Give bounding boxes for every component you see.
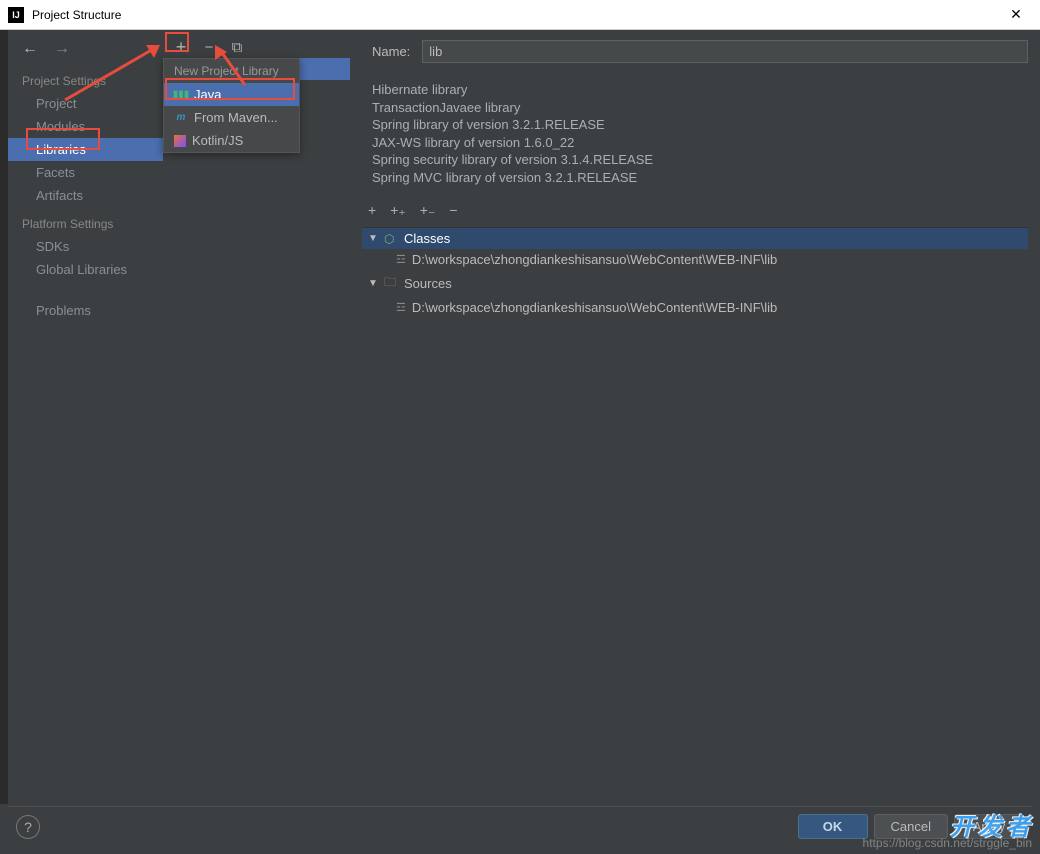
back-arrow-icon[interactable]: ← bbox=[22, 40, 38, 58]
sidebar-item-facets[interactable]: Facets bbox=[8, 161, 163, 184]
watermark-url: https://blog.csdn.net/strggle_bin bbox=[863, 836, 1032, 850]
library-entry: Hibernate library bbox=[372, 81, 1028, 99]
kotlin-icon bbox=[174, 135, 186, 147]
main-panel: Name: Hibernate library TransactionJavae… bbox=[358, 30, 1032, 804]
sidebar-item-problems[interactable]: Problems bbox=[8, 299, 163, 322]
dropdown-item-label: From Maven... bbox=[194, 110, 278, 125]
tree-classes-node[interactable]: ▼ ⬡ Classes bbox=[362, 228, 1028, 249]
content-tree: ▼ ⬡ Classes ☲ D:\workspace\zhongdiankesh… bbox=[362, 228, 1028, 318]
dropdown-item-label: Java bbox=[194, 87, 221, 102]
library-entry: Spring library of version 3.2.1.RELEASE bbox=[372, 116, 1028, 134]
java-icon: ▮▮▮ bbox=[174, 88, 188, 102]
classes-icon: ⬡ bbox=[384, 232, 398, 246]
sidebar-item-artifacts[interactable]: Artifacts bbox=[8, 184, 163, 207]
add-library-icon[interactable]: + bbox=[173, 37, 189, 58]
tree-sources-node[interactable]: ▼ 🗀 Sources bbox=[362, 270, 1028, 297]
sidebar-item-project[interactable]: Project bbox=[8, 92, 163, 115]
project-settings-header: Project Settings bbox=[8, 70, 163, 92]
name-input[interactable] bbox=[422, 40, 1028, 63]
forward-arrow-icon[interactable]: → bbox=[54, 40, 70, 58]
platform-settings-header: Platform Settings bbox=[8, 213, 163, 235]
folder-icon: 🗀 bbox=[384, 273, 398, 294]
dropdown-header: New Project Library bbox=[164, 59, 299, 83]
sidebar-item-modules[interactable]: Modules bbox=[8, 115, 163, 138]
window-title: Project Structure bbox=[32, 8, 1000, 22]
sidebar: ← → Project Settings Project Modules Lib… bbox=[8, 30, 163, 804]
library-entry: Spring MVC library of version 3.2.1.RELE… bbox=[372, 169, 1028, 187]
tree-classes-label: Classes bbox=[404, 231, 450, 246]
tree-sources-path[interactable]: ☲ D:\workspace\zhongdiankeshisansuo\WebC… bbox=[362, 297, 1028, 318]
name-label: Name: bbox=[372, 44, 410, 59]
dropdown-item-kotlinjs[interactable]: Kotlin/JS bbox=[164, 129, 299, 152]
library-list: Hibernate library TransactionJavaee libr… bbox=[372, 81, 1028, 186]
selected-library-bar bbox=[300, 58, 350, 80]
remove-library-icon[interactable]: − bbox=[201, 39, 217, 56]
left-strip bbox=[0, 30, 8, 804]
library-entry: Spring security library of version 3.1.4… bbox=[372, 151, 1028, 169]
dropdown-item-label: Kotlin/JS bbox=[192, 133, 243, 148]
library-toolbar: + − ⧉ bbox=[163, 36, 245, 58]
nav-arrows: ← → bbox=[8, 40, 163, 70]
tree-sources-path-text: D:\workspace\zhongdiankeshisansuo\WebCon… bbox=[412, 300, 777, 315]
chevron-down-icon[interactable]: ▼ bbox=[368, 233, 378, 244]
library-entry: TransactionJavaee library bbox=[372, 99, 1028, 117]
dropdown-item-maven[interactable]: m From Maven... bbox=[164, 106, 299, 129]
sidebar-item-global-libraries[interactable]: Global Libraries bbox=[8, 258, 163, 281]
tree-sources-label: Sources bbox=[404, 276, 452, 291]
titlebar: IJ Project Structure ✕ bbox=[0, 0, 1040, 30]
ok-button[interactable]: OK bbox=[798, 814, 868, 839]
chevron-down-icon[interactable]: ▼ bbox=[368, 278, 378, 289]
sidebar-item-libraries[interactable]: Libraries bbox=[8, 138, 163, 161]
copy-library-icon[interactable]: ⧉ bbox=[229, 39, 245, 56]
tree-add-special-icon[interactable]: +₊ bbox=[390, 202, 406, 219]
app-icon: IJ bbox=[8, 7, 24, 23]
library-folder-icon: ☲ bbox=[396, 301, 406, 314]
tree-add-icon[interactable]: + bbox=[368, 202, 376, 219]
library-entry: JAX-WS library of version 1.6.0_22 bbox=[372, 134, 1028, 152]
tree-toolbar: + +₊ +₋ − bbox=[362, 198, 1028, 228]
dropdown-item-java[interactable]: ▮▮▮ Java bbox=[164, 83, 299, 106]
tree-classes-path[interactable]: ☲ D:\workspace\zhongdiankeshisansuo\WebC… bbox=[362, 249, 1028, 270]
tree-add-special2-icon[interactable]: +₋ bbox=[420, 202, 436, 219]
library-folder-icon: ☲ bbox=[396, 253, 406, 266]
maven-icon: m bbox=[174, 111, 188, 125]
sidebar-item-sdks[interactable]: SDKs bbox=[8, 235, 163, 258]
close-button[interactable]: ✕ bbox=[1000, 6, 1032, 23]
help-button[interactable]: ? bbox=[16, 815, 40, 839]
tree-classes-path-text: D:\workspace\zhongdiankeshisansuo\WebCon… bbox=[412, 252, 777, 267]
new-library-dropdown: New Project Library ▮▮▮ Java m From Mave… bbox=[163, 58, 300, 153]
tree-remove-icon[interactable]: − bbox=[449, 202, 457, 219]
